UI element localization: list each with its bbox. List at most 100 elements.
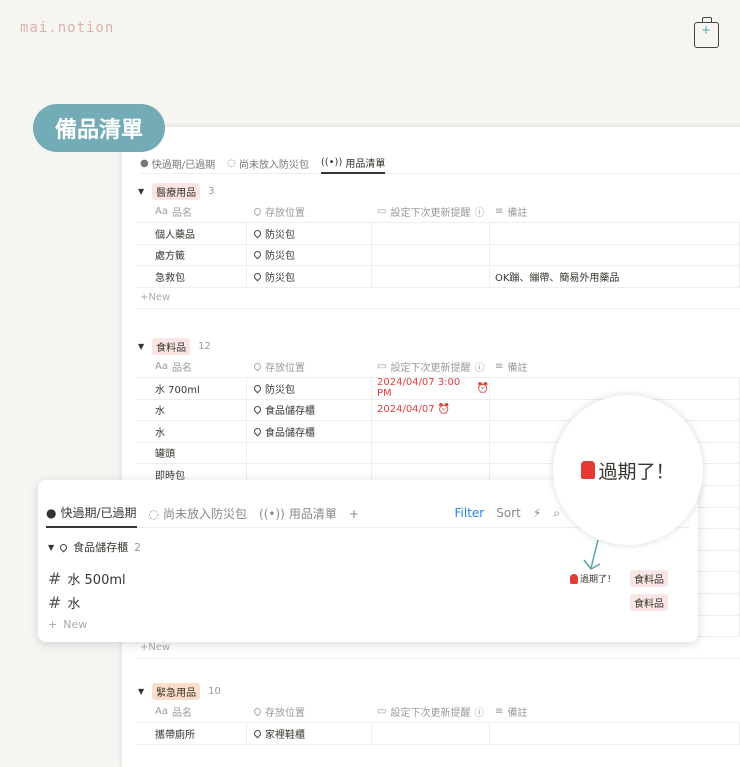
cell-notes[interactable] xyxy=(490,222,740,244)
filter-button[interactable]: Filter xyxy=(455,506,485,521)
automation-icon[interactable]: ⚡ xyxy=(533,506,541,521)
lines-icon: ≡ xyxy=(495,361,504,372)
dashed-circle-icon: ◌ xyxy=(148,506,160,521)
col-label: 備註 xyxy=(507,208,528,219)
reminder-text: 2024/04/07 3:00 PM xyxy=(377,377,461,400)
cell-name[interactable]: 攜帶廁所 xyxy=(136,722,247,744)
tab-expiring[interactable]: ● 快過期/已過期 xyxy=(46,500,137,528)
pin-icon xyxy=(252,706,263,717)
cell-location[interactable]: 防災包 xyxy=(247,377,372,399)
cell-reminder[interactable] xyxy=(372,420,490,442)
group-header[interactable]: ▼ 醫療用品 3 xyxy=(138,183,215,200)
cell-reminder[interactable] xyxy=(372,222,490,244)
group-header[interactable]: ▼ 食品儲存櫃 2 xyxy=(48,539,141,555)
collapse-icon[interactable]: ▼ xyxy=(138,342,144,351)
tab-list[interactable]: ((•)) 用品清單 xyxy=(320,152,386,174)
col-reminder[interactable]: ▭ 設定下次更新提醒 ⓘ xyxy=(372,201,490,222)
reminder-text: 2024/04/07 xyxy=(377,404,435,416)
group-header[interactable]: ▼ 食料品 12 xyxy=(138,338,211,355)
pin-icon xyxy=(252,228,263,239)
info-icon: ⓘ xyxy=(474,708,485,719)
new-row-button[interactable]: + New xyxy=(136,287,740,310)
collapse-icon[interactable]: ▼ xyxy=(138,687,144,696)
broadcast-icon: ((•)) xyxy=(259,506,285,521)
siren-icon xyxy=(569,573,578,584)
cell-reminder[interactable] xyxy=(372,442,490,464)
col-notes[interactable]: ≡ 備註 xyxy=(490,356,740,377)
pin-icon xyxy=(252,249,263,260)
col-notes[interactable]: ≡ 備註 xyxy=(490,201,740,222)
alarm-icon: ⏰ xyxy=(476,382,489,394)
col-reminder[interactable]: ▭ 設定下次更新提醒 ⓘ xyxy=(372,356,490,377)
tab-list[interactable]: ((•)) 用品清單 xyxy=(259,500,337,528)
cell-location[interactable]: 家裡鞋櫃 xyxy=(247,722,372,744)
new-label: New xyxy=(148,641,171,653)
cell-reminder[interactable]: 2024/04/07 ⏰ xyxy=(372,399,490,421)
cell-location[interactable]: 防災包 xyxy=(247,222,372,244)
tab-not-packed[interactable]: ◌ 尚未放入防災包 xyxy=(149,500,248,528)
cell-location[interactable]: 食品儲存櫃 xyxy=(247,399,372,421)
cell-name[interactable]: 個人藥品 xyxy=(136,222,247,244)
cell-reminder[interactable] xyxy=(372,265,490,287)
info-icon: ⓘ xyxy=(474,208,485,219)
pin-icon xyxy=(252,426,263,437)
col-reminder[interactable]: ▭ 設定下次更新提醒 ⓘ xyxy=(372,701,490,722)
col-location[interactable]: 存放位置 xyxy=(247,201,372,222)
cell-reminder[interactable] xyxy=(372,244,490,266)
tab-not-packed[interactable]: ◌ 尚未放入防災包 xyxy=(227,152,309,174)
cell-location[interactable]: 防災包 xyxy=(247,265,372,287)
cell-location[interactable]: 防災包 xyxy=(247,244,372,266)
col-name[interactable]: Aa 品名 xyxy=(136,701,247,722)
number-icon: # xyxy=(48,569,62,588)
group-tag: 緊急用品 xyxy=(152,683,201,700)
group-tag: 食料品 xyxy=(152,338,191,355)
cell-name[interactable]: 罐頭 xyxy=(136,442,247,464)
add-view-button[interactable]: + xyxy=(349,507,359,521)
callout-text: 過期了！ xyxy=(598,460,675,483)
cell-name[interactable]: 水 700ml xyxy=(136,377,247,399)
col-location[interactable]: 存放位置 xyxy=(247,356,372,377)
col-name[interactable]: Aa 品名 xyxy=(136,201,247,222)
cell-notes[interactable]: OK蹦、繃帶、簡易外用藥品 xyxy=(490,265,740,287)
cell-reminder[interactable] xyxy=(372,722,490,744)
collapse-icon[interactable]: ▼ xyxy=(48,543,54,552)
category-tag: 食料品 xyxy=(630,570,668,587)
table-row[interactable]: 個人藥品 防災包 xyxy=(136,222,740,245)
tab-expiring[interactable]: ● 快過期/已過期 xyxy=(140,152,215,174)
cell-notes[interactable] xyxy=(490,244,740,266)
view-tabs: ● 快過期/已過期 ◌ 尚未放入防災包 ((•)) 用品清單 xyxy=(140,152,740,174)
location-text: 防災包 xyxy=(265,272,295,284)
search-icon[interactable]: ⌕ xyxy=(553,506,560,521)
pin-icon xyxy=(252,404,263,415)
table-row[interactable]: 處方籤 防災包 xyxy=(136,244,740,267)
group-header[interactable]: ▼ 緊急用品 10 xyxy=(138,683,221,700)
new-button[interactable]: + New xyxy=(48,618,87,631)
list-item[interactable]: # 水 食料品 xyxy=(48,593,688,612)
cell-name[interactable]: 水 xyxy=(136,399,247,421)
location-text: 家裡鞋櫃 xyxy=(265,729,305,741)
cell-location[interactable] xyxy=(247,442,372,464)
cell-notes[interactable] xyxy=(490,722,740,744)
col-label: 品名 xyxy=(171,363,192,374)
sort-button[interactable]: Sort xyxy=(496,506,521,521)
table-row[interactable]: 攜帶廁所 家裡鞋櫃 xyxy=(136,722,740,745)
table-row[interactable]: 水 700ml 防災包 2024/04/07 3:00 PM ⏰ xyxy=(136,377,740,400)
table-row[interactable]: 急救包 防災包 OK蹦、繃帶、簡易外用藥品 xyxy=(136,265,740,288)
cell-name[interactable]: 處方籤 xyxy=(136,244,247,266)
expired-callout: 過期了！ xyxy=(553,395,703,545)
cell-location[interactable]: 食品儲存櫃 xyxy=(247,420,372,442)
location-text: 防災包 xyxy=(265,229,295,241)
text-type-icon: Aa xyxy=(155,206,168,217)
alert-icon: ● xyxy=(140,157,149,169)
col-name[interactable]: Aa 品名 xyxy=(136,356,247,377)
arrow-icon xyxy=(583,539,601,570)
col-notes[interactable]: ≡ 備註 xyxy=(490,701,740,722)
cell-name[interactable]: 急救包 xyxy=(136,265,247,287)
collapse-icon[interactable]: ▼ xyxy=(138,187,144,196)
col-location[interactable]: 存放位置 xyxy=(247,701,372,722)
pin-icon xyxy=(252,728,263,739)
pin-icon xyxy=(252,361,263,372)
cell-name[interactable]: 水 xyxy=(136,420,247,442)
new-label: New xyxy=(148,292,171,304)
cell-reminder[interactable]: 2024/04/07 3:00 PM ⏰ xyxy=(372,377,490,400)
